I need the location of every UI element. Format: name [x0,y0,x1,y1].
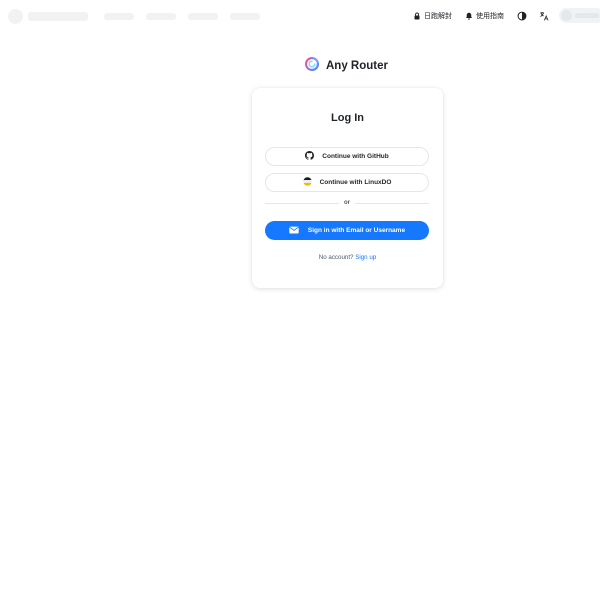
theme-toggle-button[interactable] [515,8,529,24]
site-name-placeholder [28,12,88,21]
logo-placeholder [8,9,23,24]
nav-item-placeholder [146,13,176,20]
login-title: Log In [331,112,364,124]
bell-icon [465,12,473,20]
lock-icon [413,12,421,20]
linuxdo-login-label: Continue with LinuxDO [319,179,392,186]
brand-name: Any Router [326,60,388,72]
or-divider: or [265,199,429,207]
avatar-placeholder [561,10,572,21]
linuxdo-login-button[interactable]: Continue with LinuxDO [265,173,429,192]
divider-line [355,203,429,204]
theme-toggle-icon [517,11,527,21]
restore-label: 日跑解封 [424,13,452,20]
brand-logo-icon [305,56,319,76]
signup-link[interactable]: Sign up [355,254,376,261]
restore-button[interactable]: 日跑解封 [410,8,455,24]
guide-button[interactable]: 使用指南 [462,8,507,24]
top-navbar: 日跑解封 使用指南 [0,0,600,32]
no-account-label: No account? [318,254,354,261]
guide-label: 使用指南 [476,13,504,20]
github-login-label: Continue with GitHub [322,153,389,160]
email-login-label: Sign in with Email or Username [307,227,406,234]
brand: Any Router [305,56,388,76]
mail-icon [289,226,299,236]
username-placeholder [575,13,599,18]
github-login-button[interactable]: Continue with GitHub [265,147,429,166]
translate-icon [539,11,549,21]
language-button[interactable] [537,8,551,24]
email-login-button[interactable]: Sign in with Email or Username [265,221,429,240]
linuxdo-icon [302,177,312,188]
nav-item-placeholder [230,13,260,20]
nav-item-placeholder [104,13,134,20]
nav-item-placeholder [188,13,218,20]
signup-row: No account? Sign up [252,254,443,261]
github-icon [305,151,315,162]
